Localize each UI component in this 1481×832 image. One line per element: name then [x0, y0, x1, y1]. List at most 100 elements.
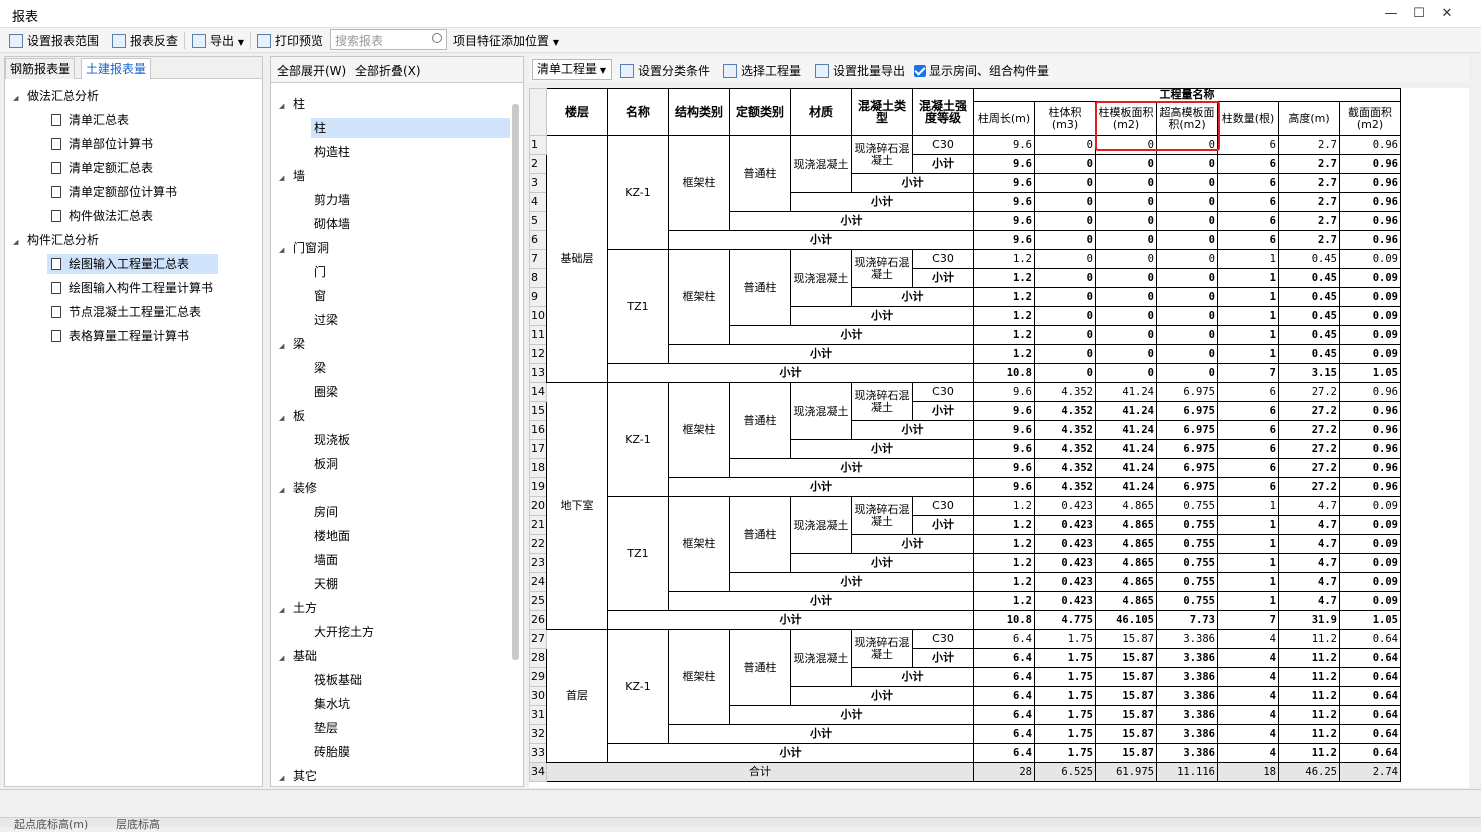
category-item[interactable]: 圈梁 [311, 382, 510, 402]
category-item[interactable]: 门 [311, 262, 510, 282]
toolbar-divider [184, 32, 185, 49]
value-cell: 1 [1217, 515, 1279, 535]
category-item[interactable]: 砌体墙 [311, 214, 510, 234]
table-row[interactable]: 26 小计 10.8 4.775 46.105 7.73 7 31.9 1.05 [529, 610, 1401, 630]
value-cell: 4.7 [1278, 515, 1340, 535]
total-row[interactable]: 34 合计 28 6.525 61.975 11.116 18 46.25 2.74 [529, 762, 1401, 782]
tree-item[interactable]: 清单部位计算书 [47, 134, 218, 154]
expand-arrow-icon[interactable]: ◢ [279, 336, 289, 356]
vertical-scrollbar[interactable] [1470, 88, 1481, 788]
value-cell: 0 [1034, 192, 1096, 212]
category-group[interactable]: ◢ 墙 [279, 166, 305, 186]
concrete-type-cell: 现浇碎石混凝土 [851, 249, 913, 288]
category-item[interactable]: 天棚 [311, 574, 510, 594]
expand-arrow-icon[interactable]: ◢ [279, 648, 289, 668]
category-item[interactable]: 剪力墙 [311, 190, 510, 210]
tree-item[interactable]: 绘图输入工程量汇总表 [47, 254, 218, 274]
set-condition-button[interactable]: 设置分类条件 [620, 62, 710, 79]
category-group[interactable]: ◢ 基础 [279, 646, 317, 666]
expand-arrow-icon[interactable]: ◢ [279, 480, 289, 500]
expand-all-button[interactable]: 全部展开(W) [277, 62, 346, 79]
table-row[interactable]: 13 小计 10.8 0 0 0 7 3.15 1.05 [529, 363, 1401, 383]
category-item[interactable]: 垫层 [311, 718, 510, 738]
value-cell: 0.64 [1339, 724, 1401, 744]
collapse-all-button[interactable]: 全部折叠(X) [355, 62, 421, 79]
table-row[interactable]: 27 首层 KZ-1 框架柱 普通柱 现浇混凝土 现浇碎石混凝土 C30 6.4 1.75 15.8… [529, 629, 1401, 763]
category-group[interactable]: ◢ 板 [279, 406, 305, 426]
row-number: 12 [529, 344, 547, 364]
tree-group[interactable]: ◢ 做法汇总分析 [13, 86, 99, 106]
tree-item[interactable]: 绘图输入构件工程量计算书 [47, 278, 218, 298]
expand-arrow-icon[interactable]: ◢ [279, 240, 289, 260]
value-cell: 6.4 [973, 667, 1035, 687]
category-item[interactable]: 窗 [311, 286, 510, 306]
category-item[interactable]: 现浇板 [311, 430, 510, 450]
tree-item[interactable]: 清单定额部位计算书 [47, 182, 218, 202]
set-condition-label: 设置分类条件 [638, 64, 711, 78]
table-row[interactable]: 33 小计 6.4 1.75 15.87 3.386 4 11.2 0.64 [529, 743, 1401, 763]
tree-item[interactable]: 清单汇总表 [47, 110, 218, 130]
show-room-checkbox[interactable]: 显示房间、组合构件量 [914, 62, 1049, 79]
value-cell: 3.386 [1156, 648, 1218, 668]
category-item[interactable]: 柱 [311, 118, 510, 138]
category-item[interactable]: 楼地面 [311, 526, 510, 546]
value-cell: 6.4 [973, 629, 1035, 649]
value-cell: 0.09 [1339, 496, 1401, 516]
value-cell: 0.09 [1339, 534, 1401, 554]
minimize-icon[interactable]: — [1380, 4, 1402, 24]
report-search-input[interactable]: 搜索报表 [330, 29, 447, 50]
category-group[interactable]: ◢ 装修 [279, 478, 317, 498]
table-row[interactable]: 7 TZ1 框架柱 普通柱 现浇混凝土 现浇碎石混凝土 C30 1.2 0 0 0 1 0.45 0.09 [529, 249, 1401, 364]
category-item[interactable]: 过梁 [311, 310, 510, 330]
expand-arrow-icon[interactable]: ◢ [279, 408, 289, 428]
close-icon[interactable]: ✕ [1436, 4, 1458, 24]
export-button[interactable]: 导出 ▼ [192, 31, 244, 51]
category-item[interactable]: 大开挖土方 [311, 622, 510, 642]
select-quantity-button[interactable]: 选择工程量 [723, 62, 801, 79]
category-group[interactable]: ◢ 门窗洞 [279, 238, 329, 258]
value-cell: 7.73 [1156, 610, 1218, 630]
search-icon[interactable] [432, 33, 442, 43]
scrollbar-thumb[interactable] [512, 104, 519, 660]
quantity-type-select[interactable]: 清单工程量 ▼ [532, 59, 612, 80]
category-item[interactable]: 墙面 [311, 550, 510, 570]
tree-item[interactable]: 表格算量工程量计算书 [47, 326, 218, 346]
category-group[interactable]: ◢ 柱 [279, 94, 305, 114]
value-cell: 4.352 [1034, 477, 1096, 497]
value-cell: 1 [1217, 553, 1279, 573]
tree-item[interactable]: 构件做法汇总表 [47, 206, 218, 226]
expand-arrow-icon[interactable]: ◢ [279, 168, 289, 188]
tree-item[interactable]: 清单定额汇总表 [47, 158, 218, 178]
category-item[interactable]: 筏板基础 [311, 670, 510, 690]
tab-civil-report[interactable]: 土建报表量 [81, 58, 152, 79]
tab-rebar-report[interactable]: 钢筋报表量 [5, 58, 76, 79]
category-group[interactable]: ◢ 土方 [279, 598, 317, 618]
expand-arrow-icon[interactable]: ◢ [279, 768, 289, 788]
tree-item[interactable]: 节点混凝土工程量汇总表 [47, 302, 218, 322]
table-row[interactable]: 20 TZ1 框架柱 普通柱 现浇混凝土 现浇碎石混凝土 C30 1.2 0.423 4.865 0… [529, 496, 1401, 611]
category-group[interactable]: ◢ 梁 [279, 334, 305, 354]
expand-arrow-icon[interactable]: ◢ [279, 96, 289, 116]
print-preview-button[interactable]: 打印预览 [257, 31, 323, 51]
expand-arrow-icon[interactable]: ◢ [13, 232, 23, 252]
category-group[interactable]: ◢ 其它 [279, 766, 317, 786]
value-cell: 0 [1156, 249, 1218, 269]
value-cell: 1.2 [973, 287, 1035, 307]
category-item[interactable]: 砖胎膜 [311, 742, 510, 762]
category-item[interactable]: 板洞 [311, 454, 510, 474]
expand-arrow-icon[interactable]: ◢ [13, 88, 23, 108]
table-row[interactable]: 1 基础层 KZ-1 框架柱 普通柱 现浇混凝土 现浇碎石混凝土 C30 9.6 0 0 0 6 2.7 0… [529, 135, 1401, 383]
table-row[interactable]: 14 地下室 KZ-1 框架柱 普通柱 现浇混凝土 现浇碎石混凝土 C30 9.6 4.352 41… [529, 382, 1401, 630]
value-cell: 41.24 [1095, 477, 1157, 497]
maximize-icon[interactable]: ☐ [1408, 4, 1430, 24]
category-item[interactable]: 梁 [311, 358, 510, 378]
expand-arrow-icon[interactable]: ◢ [279, 600, 289, 620]
category-item[interactable]: 房间 [311, 502, 510, 522]
category-item[interactable]: 构造柱 [311, 142, 510, 162]
tree-group[interactable]: ◢ 构件汇总分析 [13, 230, 99, 250]
report-check-button[interactable]: 报表反查 [112, 31, 178, 51]
feature-position-dropdown[interactable]: 项目特征添加位置 ▼ [453, 31, 559, 51]
category-item[interactable]: 集水坑 [311, 694, 510, 714]
set-range-button[interactable]: 设置报表范围 [9, 31, 99, 51]
batch-export-button[interactable]: 设置批量导出 [815, 62, 905, 79]
